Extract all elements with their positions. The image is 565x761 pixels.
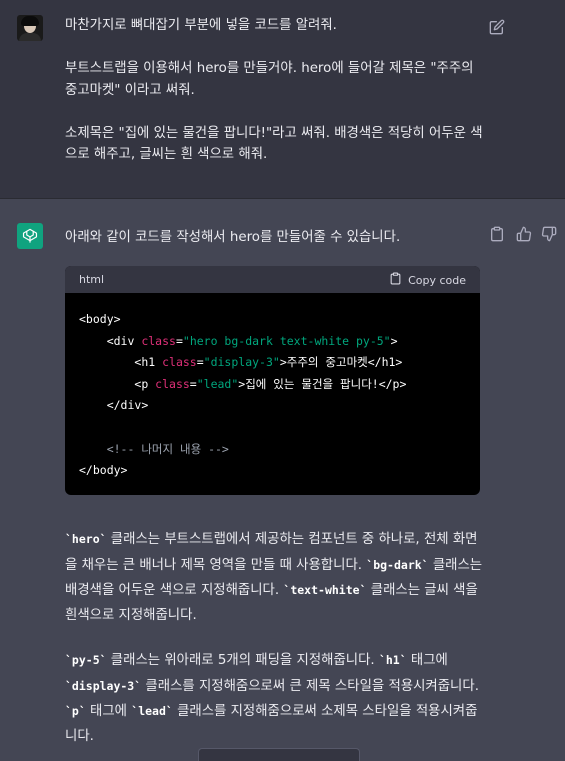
paragraph-text: 태그에 [406,653,448,668]
code-line: <div class="hero bg-dark text-white py-5… [79,331,480,353]
thumbs-down-icon[interactable] [541,226,557,242]
inline-code: `h1` [378,653,407,667]
paragraph-text: 클래스를 지정해줌으로써 큰 제목 스타일을 적용시켜줍니다. [141,678,479,694]
code-language-label: html [79,273,105,286]
explanation-paragraph-2: `py-5` 클래스는 위아래로 5개의 패딩을 지정해줍니다. `h1` 태그… [65,648,485,749]
openai-logo-icon [17,223,43,249]
code-token: = [175,333,183,348]
user-message: 마찬가지로 뼈대잡기 부분에 넣을 코드를 알려줘. 부트스트랩을 이용해서 h… [0,0,565,199]
code-line: <p class="lead">집에 있는 물건을 팝니다!</p> [79,374,480,396]
paragraph-text: 태그에 [85,704,132,720]
inline-code: `py-5` [65,653,107,667]
code-line: <!-- 나머지 내용 --> [79,439,480,461]
code-token: </body> [79,463,128,478]
inline-code: `lead` [131,704,173,719]
code-block: html Copy code <body> <div class="hero b… [65,266,480,495]
code-line: </div> [79,395,480,417]
user-line-3: 소제목은 "집에 있는 물건을 팝니다!"라고 써줘. 배경색은 적당히 어두운… [65,125,483,163]
inline-code: `p` [65,704,86,719]
clipboard-icon [389,272,402,288]
explanation-paragraph-1: `hero` 클래스는 부트스트랩에서 제공하는 컴포넌트 중 하나로, 전체 … [65,527,485,628]
copy-code-label: Copy code [408,273,466,287]
code-token: <div [106,333,142,348]
copy-code-button[interactable]: Copy code [389,272,466,288]
paragraph-text: 클래스는 위아래로 5개의 패딩을 지정해줍니다. [106,653,379,668]
code-token: <h1 [134,355,163,370]
code-string: "lead" [196,376,239,391]
code-content: <body> <div class="hero bg-dark text-whi… [65,293,480,482]
regenerate-button-partial[interactable] [198,748,360,761]
code-token: = [189,376,197,391]
user-line-1: 마찬가지로 뼈대잡기 부분에 넣을 코드를 알려줘. [65,18,337,33]
code-token: >주주의 중고마켓</h1> [279,355,403,370]
code-token: >집에 있는 물건을 팝니다!</p> [238,376,407,391]
code-token: > [390,333,398,348]
user-line-2: 부트스트랩을 이용해서 hero를 만들거야. hero에 들어갈 제목은 "주… [65,61,474,98]
code-attr: class [155,376,190,391]
assistant-intro: 아래와 같이 코드를 작성해서 hero를 만들어줄 수 있습니다. [65,230,401,245]
inline-code: `bg-dark` [366,557,429,572]
code-token: <p [134,376,156,391]
code-line: </body> [79,460,480,482]
code-line: <body> [79,309,480,331]
assistant-message: 아래와 같이 코드를 작성해서 hero를 만들어줄 수 있습니다. html [0,199,565,761]
inline-code: `text-white` [283,583,367,598]
code-attr: class [141,333,176,348]
clipboard-icon[interactable] [489,226,505,242]
code-string: "hero bg-dark text-white py-5" [182,333,391,348]
inline-code: `hero` [65,532,107,546]
code-line: <h1 class="display-3">주주의 중고마켓</h1> [79,352,480,374]
message-actions [489,226,559,242]
user-avatar [17,15,43,41]
edit-icon[interactable] [489,19,505,35]
code-comment: <!-- 나머지 내용 --> [106,441,229,456]
user-message-text: 마찬가지로 뼈대잡기 부분에 넣을 코드를 알려줘. 부트스트랩을 이용해서 h… [65,15,485,166]
code-header: html Copy code [65,266,480,293]
code-token: </div> [106,398,149,413]
code-string: "display-3" [203,355,280,370]
inline-code: `display-3` [65,678,142,693]
code-token: = [196,355,204,370]
code-token: <body> [79,312,121,326]
code-attr: class [162,355,197,370]
thumbs-up-icon[interactable] [516,226,532,242]
